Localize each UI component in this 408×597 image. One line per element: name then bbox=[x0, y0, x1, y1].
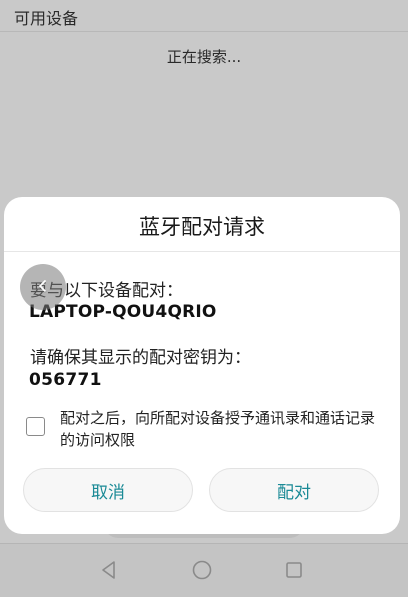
dialog-divider bbox=[4, 251, 400, 252]
home-icon[interactable] bbox=[190, 558, 214, 582]
navigation-bar bbox=[0, 543, 408, 597]
passkey-value: 056771 bbox=[29, 370, 102, 390]
cancel-button[interactable]: 取消 bbox=[23, 468, 193, 512]
touch-indicator bbox=[20, 264, 66, 310]
chevron-left-icon bbox=[36, 278, 50, 297]
dialog-title: 蓝牙配对请求 bbox=[139, 215, 265, 239]
section-title: 可用设备 bbox=[14, 9, 79, 28]
pair-button[interactable]: 配对 bbox=[209, 468, 379, 512]
available-devices-header: 可用设备 bbox=[0, 0, 408, 32]
contacts-access-label[interactable]: 配对之后，向所配对设备授予通讯录和通话记录的访问权限 bbox=[60, 407, 382, 451]
bluetooth-pairing-dialog: 蓝牙配对请求 要与以下设备配对： LAPTOP-QOU4QRIO 请确保其显示的… bbox=[4, 197, 400, 534]
back-icon[interactable] bbox=[97, 558, 121, 582]
contacts-access-checkbox[interactable] bbox=[26, 417, 45, 436]
passkey-prompt: 请确保其显示的配对密钥为： bbox=[30, 348, 251, 368]
recent-apps-icon[interactable] bbox=[282, 558, 306, 582]
searching-status: 正在搜索... bbox=[166, 48, 242, 66]
